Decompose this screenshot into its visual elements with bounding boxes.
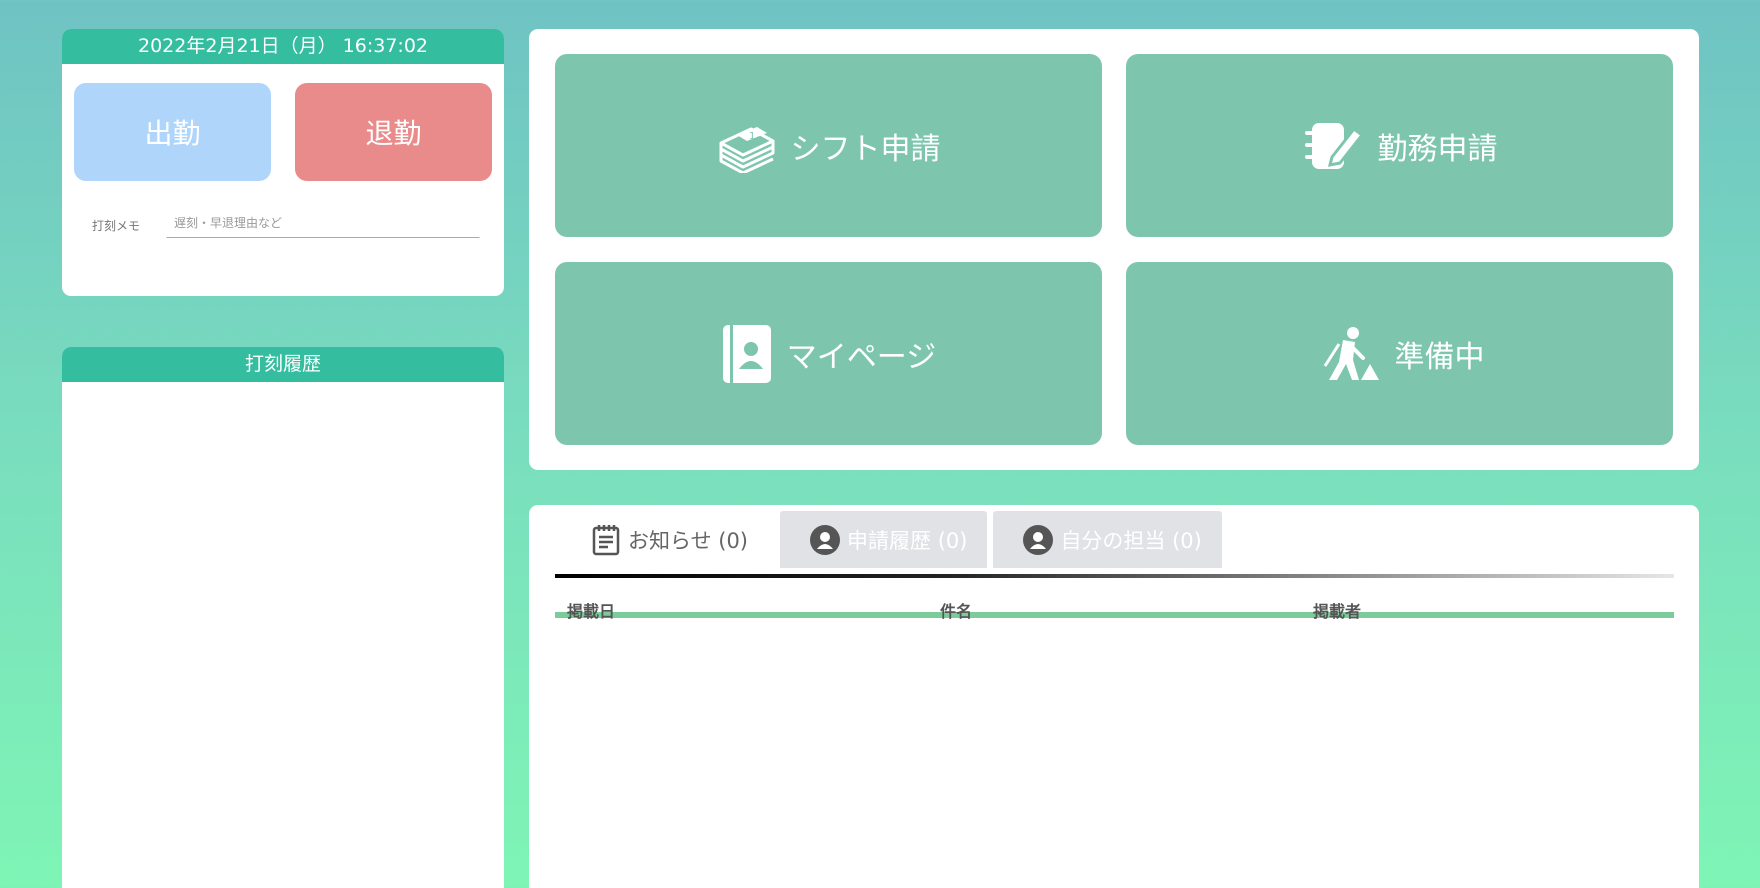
mypage-label: マイページ bbox=[786, 339, 937, 375]
clock-out-button[interactable]: 退勤 bbox=[295, 83, 492, 181]
column-subject[interactable]: 件名 bbox=[940, 598, 972, 622]
memo-label: 打刻メモ bbox=[92, 219, 141, 233]
notices-table-header: 掲載日 件名 掲載者 bbox=[555, 584, 1674, 621]
work-request-label: 勤務申請 bbox=[1377, 131, 1498, 167]
clock-in-button[interactable]: 出勤 bbox=[74, 83, 271, 181]
tab-my-assignments[interactable]: 自分の担当 (0) bbox=[993, 511, 1222, 568]
shift-request-tile[interactable]: 1 シフト申請 bbox=[555, 54, 1102, 237]
user-circle-icon bbox=[810, 524, 841, 555]
user-circle-icon bbox=[1023, 524, 1054, 555]
contact-book-icon bbox=[721, 323, 773, 385]
svg-text:1: 1 bbox=[749, 131, 755, 142]
current-datetime: 2022年2月21日（月） 16:37:02 bbox=[62, 29, 504, 64]
notepad-icon bbox=[591, 524, 621, 556]
column-poster[interactable]: 掲載者 bbox=[1313, 598, 1361, 622]
shift-request-label: シフト申請 bbox=[790, 131, 941, 167]
tab-notices-label: お知らせ (0) bbox=[628, 528, 749, 553]
menu-panel: 1 シフト申請 勤務申請 マイページ 準備中 bbox=[529, 29, 1699, 470]
preparing-tile[interactable]: 準備中 bbox=[1126, 262, 1673, 445]
notebook-pen-icon bbox=[1302, 121, 1364, 171]
memo-input[interactable] bbox=[166, 209, 480, 238]
punch-history-panel: 打刻履歴 bbox=[62, 347, 504, 888]
tab-notices[interactable]: お知らせ (0) bbox=[555, 511, 775, 568]
notice-tabs: お知らせ (0) 申請履歴 (0) 自分の担当 (0) bbox=[555, 511, 1222, 568]
work-request-tile[interactable]: 勤務申請 bbox=[1126, 54, 1673, 237]
punch-history-title: 打刻履歴 bbox=[62, 347, 504, 382]
tab-divider bbox=[555, 574, 1674, 578]
calendar-stack-icon: 1 bbox=[717, 119, 777, 173]
tab-request-history-label: 申請履歴 (0) bbox=[847, 528, 968, 553]
clock-panel: 2022年2月21日（月） 16:37:02 出勤 退勤 打刻メモ bbox=[62, 29, 504, 296]
notices-panel: お知らせ (0) 申請履歴 (0) 自分の担当 (0) 掲載日 件名 掲載者 bbox=[529, 505, 1699, 888]
tab-my-assignments-label: 自分の担当 (0) bbox=[1060, 528, 1202, 553]
mypage-tile[interactable]: マイページ bbox=[555, 262, 1102, 445]
tab-request-history[interactable]: 申請履歴 (0) bbox=[780, 511, 988, 568]
preparing-label: 準備中 bbox=[1394, 339, 1485, 375]
column-posted-date[interactable]: 掲載日 bbox=[567, 598, 615, 622]
construction-worker-icon bbox=[1315, 326, 1381, 382]
